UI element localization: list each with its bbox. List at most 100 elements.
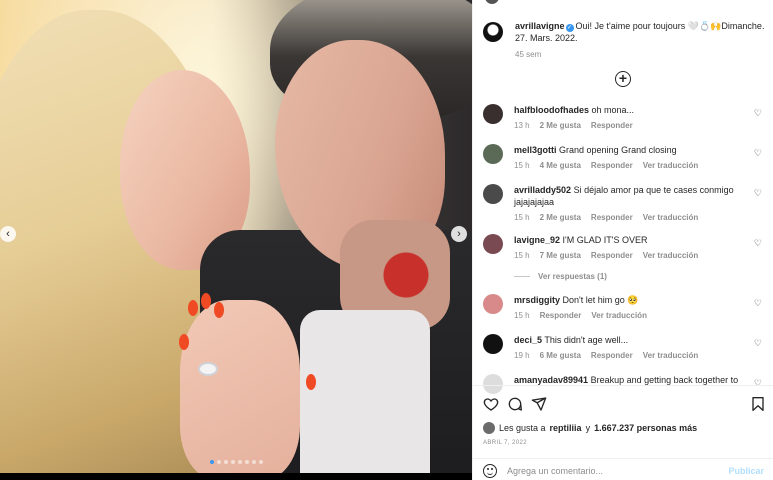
heart-icon[interactable]: ♡ [754, 338, 762, 349]
comment-likes[interactable]: 2 Me gusta [540, 213, 581, 222]
share-icon[interactable] [531, 396, 547, 412]
photo-nail [306, 374, 316, 390]
comment-row: mell3gotti Grand opening Grand closing 15… [483, 144, 768, 170]
comment-row: halfbloodofhades oh mona... 13 h 2 Me gust… [483, 104, 768, 130]
comment-likes[interactable]: 7 Me gusta [540, 251, 581, 260]
comment-username[interactable]: deci_5 [514, 335, 542, 345]
verified-badge-icon: ✓ [565, 24, 574, 32]
carousel-dot [245, 460, 249, 464]
comment-time: 15 h [514, 251, 530, 260]
avatar[interactable] [483, 234, 503, 254]
reply-button[interactable]: Responder [540, 311, 582, 320]
translate-button[interactable]: Ver traducción [591, 311, 647, 320]
comment-text: oh mona... [591, 105, 635, 115]
carousel-dot [210, 460, 214, 464]
view-replies-label: Ver respuestas (1) [538, 272, 607, 281]
comment-username[interactable]: halfbloodofhades [514, 105, 589, 115]
carousel-indicator [210, 460, 263, 464]
likes-prefix: Les gusta a [499, 423, 546, 433]
photo-nail [201, 293, 211, 309]
post-caption: avrillavigne ✓ Oui! Je t'aime pour toujour… [483, 20, 768, 59]
caption-time: 45 sem [515, 50, 542, 59]
heart-icon[interactable]: ♡ [754, 378, 762, 389]
carousel-dot [238, 460, 242, 464]
translate-button[interactable]: Ver traducción [643, 251, 699, 260]
add-comment-bar: Publicar [473, 458, 773, 480]
photo-bottom-bar [0, 473, 472, 480]
comment-meta: 15 h 4 Me gusta Responder Ver traducción [514, 161, 768, 170]
divider [473, 385, 773, 386]
heart-icon[interactable]: ♡ [754, 188, 762, 199]
comment-likes[interactable]: 4 Me gusta [540, 161, 581, 170]
carousel-dot [231, 460, 235, 464]
comment-time: 15 h [514, 311, 530, 320]
likes-user[interactable]: reptiliia [550, 423, 582, 433]
comment-row: lavigne_92 I'M GLAD IT'S OVER 15 h 7 Me gu… [483, 234, 768, 260]
comment-likes[interactable]: 2 Me gusta [540, 121, 581, 130]
carousel-dot [224, 460, 228, 464]
reply-button[interactable]: Responder [591, 213, 633, 222]
avatar[interactable] [483, 184, 503, 204]
carousel-dot [217, 460, 221, 464]
comment-icon[interactable] [507, 396, 523, 412]
comment-username[interactable]: amanyadav89941 [514, 375, 588, 385]
bookmark-icon[interactable] [750, 396, 766, 412]
comment-time: 19 h [514, 351, 530, 360]
likes-connector: y [585, 423, 591, 433]
comment-text: Grand opening Grand closing [559, 145, 677, 155]
carousel-dot [259, 460, 263, 464]
comment-time: 15 h [514, 213, 530, 222]
carousel-next-button[interactable]: › [451, 226, 467, 242]
action-bar [483, 396, 768, 412]
heart-icon[interactable]: ♡ [754, 238, 762, 249]
avatar[interactable] [483, 104, 503, 124]
avatar[interactable] [483, 294, 503, 314]
comment-username[interactable]: mrsdiggity [514, 295, 560, 305]
heart-icon[interactable]: ♡ [754, 298, 762, 309]
carousel-prev-button[interactable]: ‹ [0, 226, 16, 242]
load-more-comments-button[interactable]: + [615, 71, 631, 87]
reply-button[interactable]: Responder [591, 351, 633, 360]
comment-time: 15 h [514, 161, 530, 170]
post-date[interactable]: ABRIL 7, 2022 [483, 440, 527, 446]
comment-input[interactable] [507, 464, 717, 478]
avatar[interactable] [483, 22, 503, 42]
comment-username[interactable]: mell3gotti [514, 145, 557, 155]
replies-divider [514, 276, 530, 277]
comment-text: This didn't age well... [544, 335, 629, 345]
avatar[interactable] [483, 334, 503, 354]
reply-button[interactable]: Responder [591, 121, 633, 130]
view-replies-button[interactable]: Ver respuestas (1) [514, 272, 607, 281]
comment-likes[interactable]: 6 Me gusta [540, 351, 581, 360]
translate-button[interactable]: Ver traducción [643, 161, 699, 170]
comment-text: Don't let him go 🥺 [562, 295, 639, 305]
photo-hand [180, 300, 300, 480]
comment-meta: 15 h 7 Me gusta Responder Ver traducción [514, 251, 768, 260]
avatar[interactable] [483, 144, 503, 164]
translate-button[interactable]: Ver traducción [643, 351, 699, 360]
caption-username[interactable]: avrillavigne [515, 21, 565, 31]
heart-icon[interactable]: ♡ [754, 148, 762, 159]
post-photo[interactable]: ‹ › [0, 0, 472, 480]
comment-row: deci_5 This didn't age well... 19 h 6 Me g… [483, 334, 768, 360]
comment-meta: 13 h 2 Me gusta Responder [514, 121, 768, 130]
emoji-icon[interactable] [483, 464, 497, 478]
heart-icon[interactable]: ♡ [754, 108, 762, 119]
comment-username[interactable]: avrilladdy502 [514, 185, 571, 195]
likes-summary: Les gusta a reptiliia y 1.667.237 person… [483, 422, 697, 434]
likes-count[interactable]: 1.667.237 personas más [594, 423, 697, 433]
comment-text: I'M GLAD IT'S OVER [562, 235, 648, 245]
post-side-panel: avrillavigne ✓ Oui! Je t'aime pour toujour… [472, 0, 773, 480]
header-avatar[interactable] [483, 0, 501, 6]
comment-username[interactable]: lavigne_92 [514, 235, 560, 245]
carousel-dot [252, 460, 256, 464]
heart-icon[interactable] [483, 396, 499, 412]
translate-button[interactable]: Ver traducción [643, 213, 699, 222]
photo-man-shirt [300, 310, 430, 480]
reply-button[interactable]: Responder [591, 251, 633, 260]
publish-button[interactable]: Publicar [728, 466, 764, 476]
avatar[interactable] [483, 374, 503, 394]
comment-meta: 19 h 6 Me gusta Responder Ver traducción [514, 351, 768, 360]
avatar[interactable] [483, 422, 495, 434]
reply-button[interactable]: Responder [591, 161, 633, 170]
